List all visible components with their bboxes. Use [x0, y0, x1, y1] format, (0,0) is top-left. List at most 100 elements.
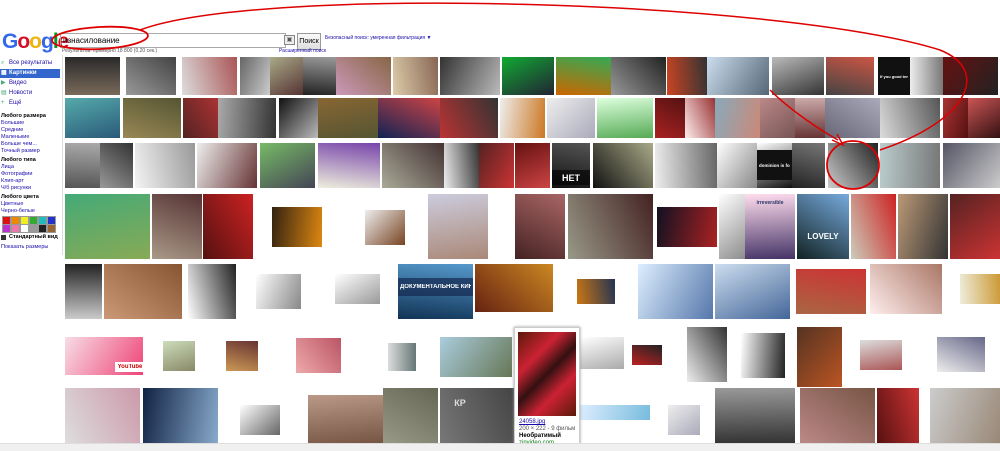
image-result-thumbnail[interactable]: YouTube [115, 362, 145, 372]
color-option[interactable]: Цветные [1, 201, 23, 207]
image-result-thumbnail[interactable] [335, 274, 380, 304]
type-option[interactable]: Ч/б рисунки [1, 185, 31, 191]
size-option[interactable]: Точный размер [1, 148, 40, 154]
hover-preview-image[interactable] [518, 332, 576, 416]
image-result-thumbnail[interactable] [152, 194, 202, 259]
advanced-search-link[interactable]: Расширенный поиск [279, 48, 326, 54]
image-result-thumbnail[interactable] [126, 57, 176, 95]
image-result-thumbnail[interactable] [638, 264, 713, 319]
image-result-thumbnail[interactable]: КР [440, 395, 480, 410]
safe-search-link[interactable]: Безопасный поиск: умеренная фильтрация ▼ [325, 35, 431, 41]
image-result-thumbnail[interactable] [440, 337, 512, 377]
image-result-thumbnail[interactable] [797, 327, 842, 387]
image-result-thumbnail[interactable] [383, 388, 438, 443]
type-option[interactable]: Клип-арт [1, 178, 24, 184]
size-option[interactable]: Большие [1, 120, 24, 126]
image-result-thumbnail[interactable] [715, 98, 760, 138]
image-result-thumbnail[interactable] [65, 143, 100, 188]
image-result-thumbnail[interactable] [760, 98, 795, 138]
image-result-thumbnail[interactable] [444, 143, 479, 188]
image-result-thumbnail[interactable] [203, 194, 253, 259]
image-result-thumbnail[interactable] [183, 98, 218, 138]
image-result-thumbnail[interactable] [943, 98, 968, 138]
image-result-thumbnail[interactable] [475, 264, 553, 312]
image-result-thumbnail[interactable] [792, 143, 825, 188]
image-result-thumbnail[interactable] [279, 98, 318, 138]
image-result-thumbnail[interactable] [667, 57, 707, 95]
color-swatch[interactable] [47, 224, 56, 233]
image-result-thumbnail[interactable] [611, 57, 666, 95]
image-result-thumbnail[interactable] [797, 194, 849, 259]
image-result-thumbnail[interactable] [828, 143, 878, 188]
image-result-thumbnail[interactable] [182, 57, 237, 95]
search-input[interactable]: изнасилование [60, 33, 286, 48]
hover-filename[interactable]: 24058.jpg [519, 419, 545, 425]
image-result-thumbnail[interactable] [741, 333, 785, 378]
image-result-thumbnail[interactable] [143, 388, 218, 443]
image-result-thumbnail[interactable] [318, 143, 380, 188]
image-result-thumbnail[interactable] [943, 57, 998, 95]
image-result-thumbnail[interactable] [135, 143, 195, 188]
image-result-thumbnail[interactable] [577, 279, 615, 304]
image-result-thumbnail[interactable] [163, 341, 195, 371]
size-option[interactable]: Средние [1, 127, 23, 133]
image-result-thumbnail[interactable] [65, 194, 150, 259]
image-result-thumbnail[interactable] [860, 340, 902, 370]
image-result-thumbnail[interactable] [272, 207, 322, 247]
image-result-thumbnail[interactable] [515, 143, 550, 188]
image-result-thumbnail[interactable] [100, 143, 133, 188]
image-result-thumbnail[interactable] [500, 98, 545, 138]
image-result-thumbnail[interactable] [568, 194, 653, 259]
image-result-thumbnail[interactable] [240, 57, 270, 95]
image-result-thumbnail[interactable] [795, 98, 825, 138]
image-result-thumbnail[interactable] [826, 57, 874, 95]
image-result-thumbnail[interactable] [260, 143, 315, 188]
image-result-thumbnail[interactable] [950, 194, 1000, 259]
image-result-thumbnail[interactable] [240, 405, 280, 435]
image-result-thumbnail[interactable] [880, 98, 940, 138]
image-result-thumbnail[interactable] [336, 57, 391, 95]
image-result-thumbnail[interactable] [65, 264, 102, 319]
image-result-thumbnail[interactable] [898, 194, 948, 259]
image-result-thumbnail[interactable] [877, 388, 919, 443]
image-result-thumbnail[interactable] [685, 98, 715, 138]
image-result-thumbnail[interactable] [296, 338, 341, 373]
sidebar-item-news[interactable]: ▤ Новости [0, 89, 60, 98]
size-option[interactable]: Больше чем... [1, 141, 37, 147]
image-result-thumbnail[interactable] [717, 143, 757, 188]
image-result-thumbnail[interactable]: НЕТ [552, 170, 590, 185]
image-result-thumbnail[interactable] [851, 194, 896, 259]
image-result-thumbnail[interactable] [960, 274, 1000, 304]
image-result-thumbnail[interactable] [772, 57, 824, 95]
sidebar-item-video[interactable]: ▶ Видео [0, 79, 60, 88]
image-result-thumbnail[interactable]: ДОКУМЕНТАЛЬНОЕ КИНО [398, 278, 473, 296]
image-result-thumbnail[interactable] [910, 57, 943, 95]
image-result-thumbnail[interactable] [580, 405, 650, 420]
image-result-thumbnail[interactable] [597, 98, 653, 138]
image-result-thumbnail[interactable] [825, 98, 880, 138]
image-result-thumbnail[interactable]: irreversible [745, 197, 795, 207]
image-result-thumbnail[interactable] [123, 98, 181, 138]
type-option[interactable]: Фотографии [1, 171, 32, 177]
image-result-thumbnail[interactable] [226, 341, 258, 371]
sidebar-item-all[interactable]: ⌕ Все результаты [0, 59, 60, 68]
image-result-thumbnail[interactable] [870, 264, 942, 314]
image-result-thumbnail[interactable] [707, 57, 769, 95]
image-result-thumbnail[interactable] [188, 264, 236, 319]
image-result-thumbnail[interactable] [880, 143, 940, 188]
google-logo[interactable]: Google [2, 30, 69, 54]
image-result-thumbnail[interactable]: LOVELY [797, 228, 849, 244]
color-swatch[interactable] [20, 224, 29, 233]
image-result-thumbnail[interactable] [593, 143, 653, 188]
image-result-thumbnail[interactable] [657, 207, 717, 247]
image-result-thumbnail[interactable] [303, 57, 336, 95]
image-result-thumbnail[interactable] [668, 405, 700, 435]
image-result-thumbnail[interactable] [65, 98, 120, 138]
image-result-thumbnail[interactable] [632, 345, 662, 365]
hover-preview-card[interactable]: 24058.jpg 200 × 222 - 9 фильм Необратимы… [514, 327, 580, 449]
image-result-thumbnail[interactable] [515, 194, 565, 259]
image-result-thumbnail[interactable] [556, 57, 611, 95]
image-result-thumbnail[interactable] [687, 327, 727, 382]
image-result-thumbnail[interactable]: dominion is for rape [757, 150, 792, 180]
camera-icon[interactable]: ▣ [284, 35, 295, 45]
